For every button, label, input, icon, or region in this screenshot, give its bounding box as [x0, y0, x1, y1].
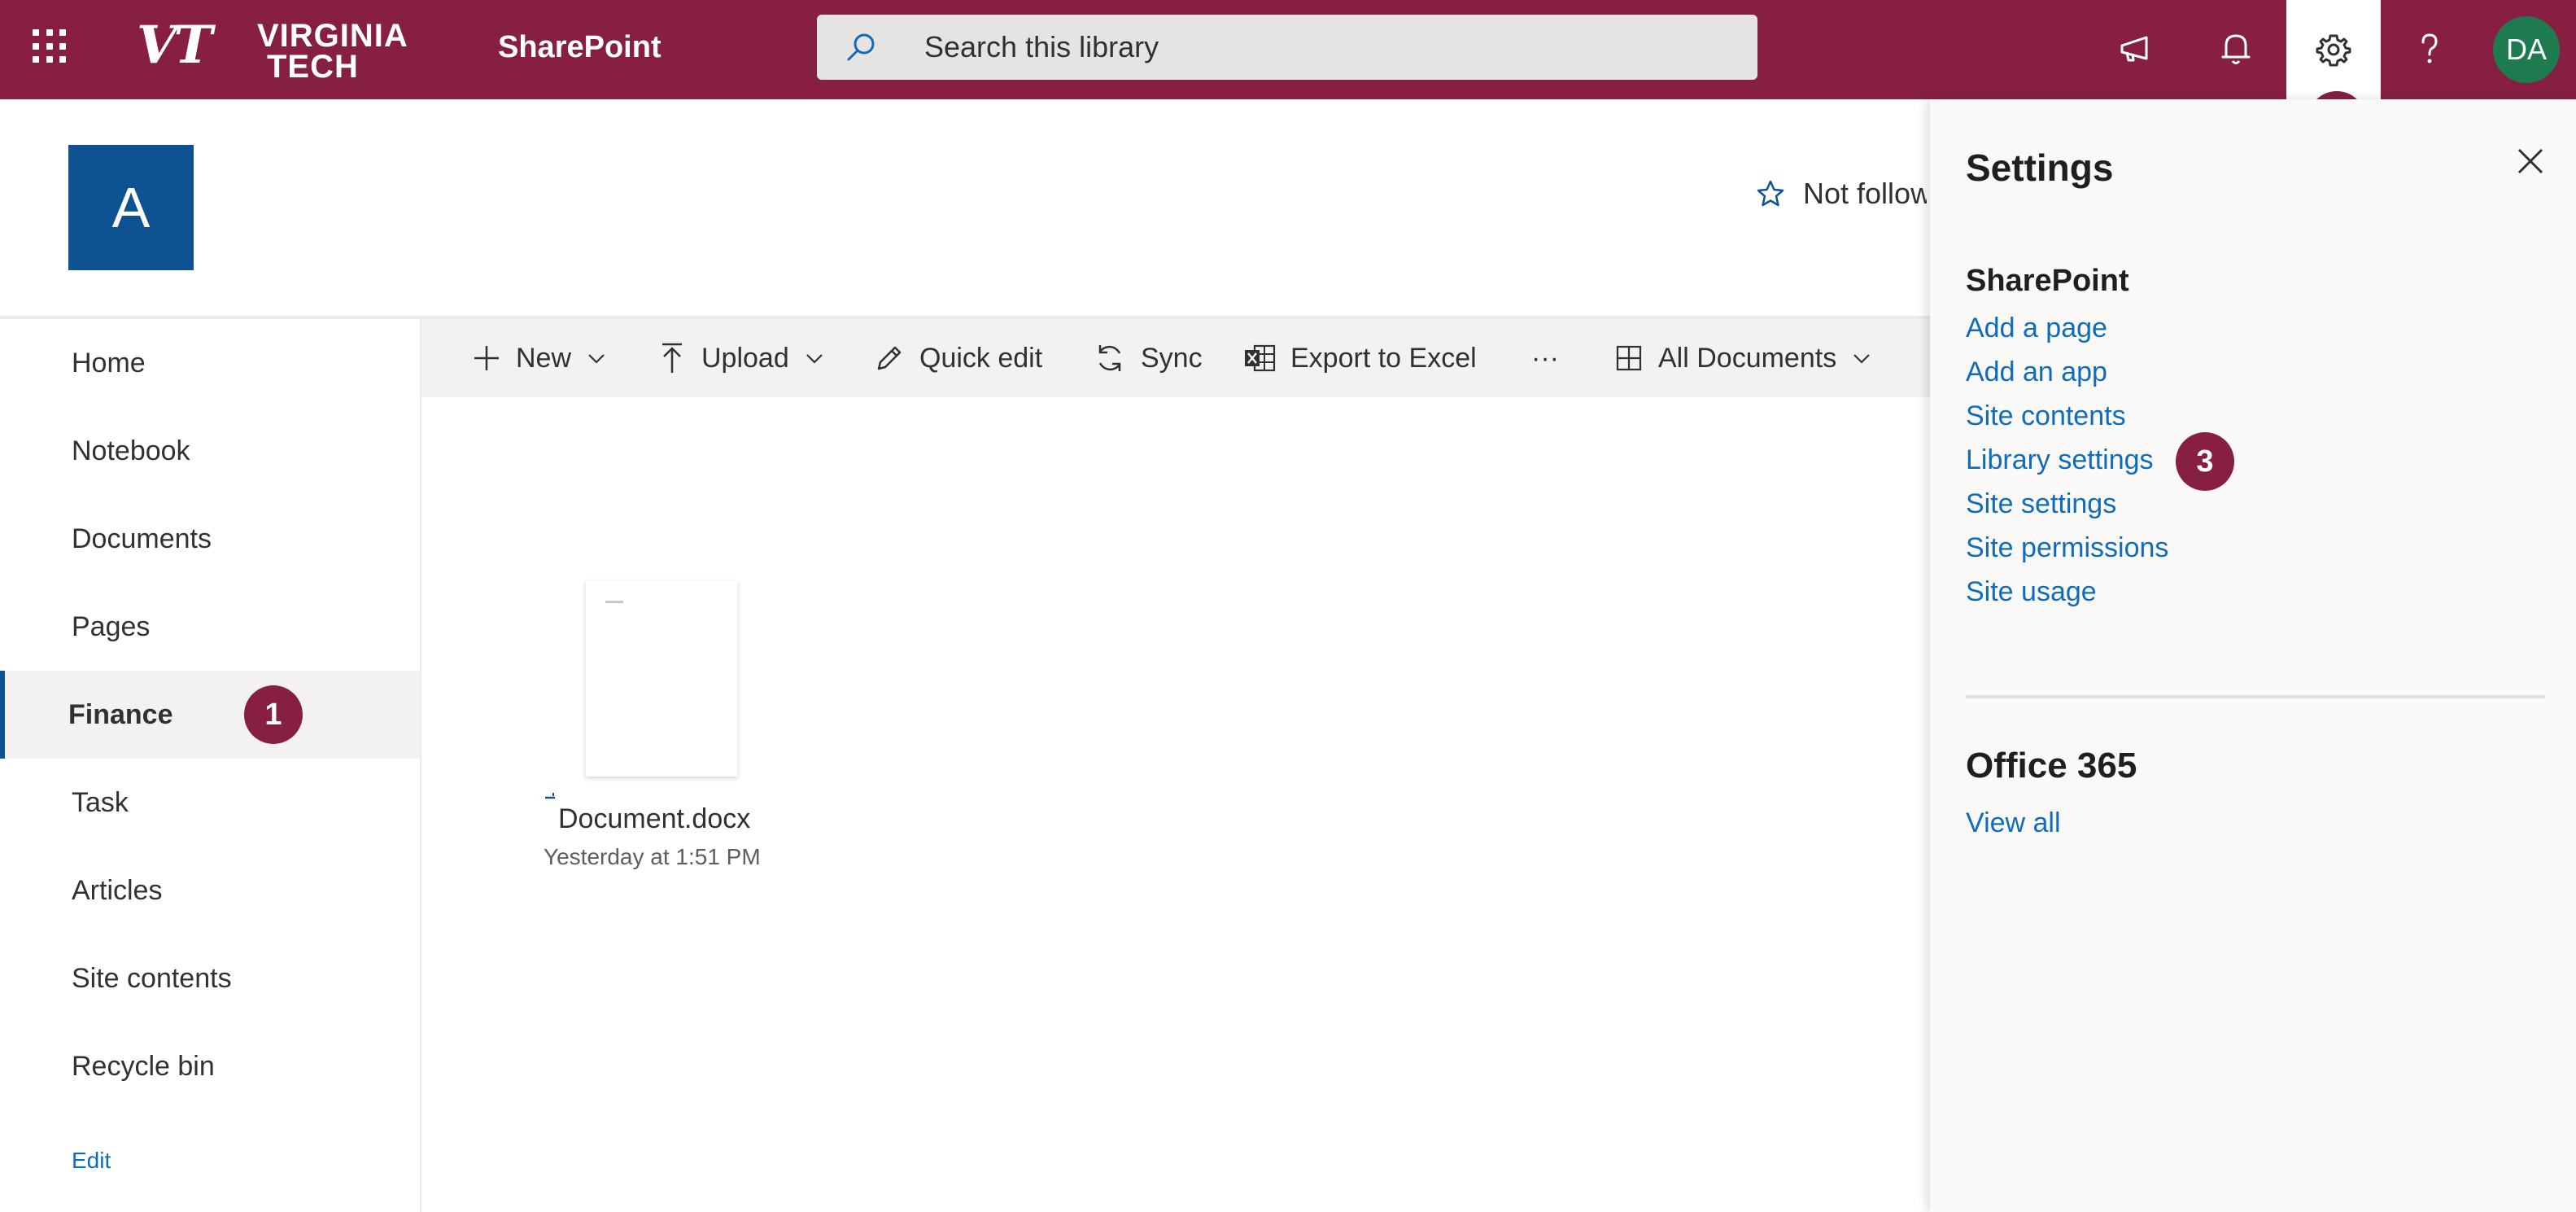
view-all-link[interactable]: View all — [1966, 804, 2061, 842]
new-button[interactable]: New — [472, 319, 607, 397]
sync-label: Sync — [1141, 342, 1203, 374]
bell-icon[interactable] — [2211, 24, 2260, 73]
grid-view-icon — [1616, 345, 1642, 371]
search-box[interactable] — [817, 15, 1757, 80]
follow-label: Not following — [1803, 177, 1927, 210]
site-logo[interactable]: A — [68, 145, 194, 270]
nav-item-label: Articles — [72, 875, 163, 906]
nav-item-task[interactable]: Task — [0, 759, 420, 847]
nav-item-home[interactable]: Home — [0, 319, 420, 407]
search-input[interactable] — [924, 15, 1722, 80]
library-settings-link[interactable]: Library settings — [1966, 441, 2154, 479]
close-icon[interactable] — [2513, 143, 2548, 179]
quick-edit-button[interactable]: Quick edit — [874, 319, 1042, 397]
settings-panel: Settings SharePoint Add a page Add an ap… — [1930, 99, 2576, 1212]
settings-button[interactable] — [2286, 0, 2381, 99]
export-label: Export to Excel — [1290, 342, 1477, 374]
app-name-link[interactable]: SharePoint — [498, 28, 661, 67]
quick-edit-label: Quick edit — [919, 342, 1043, 374]
export-to-excel-button[interactable]: Export to Excel — [1243, 319, 1477, 397]
nav-item-articles[interactable]: Articles — [0, 847, 420, 934]
app-launcher-icon[interactable] — [33, 29, 67, 63]
virginia-tech-logo[interactable]: VT VIRGINIA TECH — [137, 15, 413, 84]
vt-logo-mark: VT — [137, 15, 212, 76]
more-options-button[interactable]: ··· — [1531, 319, 1559, 397]
nav-item-site-contents[interactable]: Site contents — [0, 934, 420, 1022]
add-a-page-link[interactable]: Add a page — [1966, 309, 2107, 347]
add-an-app-link[interactable]: Add an app — [1966, 353, 2107, 391]
pencil-icon — [877, 346, 902, 370]
settings-title: Settings — [1966, 147, 2114, 189]
command-bar: New Upload Quick edit Sync Export to Exc… — [421, 319, 1930, 397]
file-modified-date: Yesterday at 1:51 PM — [544, 844, 761, 869]
upload-button[interactable]: Upload — [657, 319, 825, 397]
vt-logo-line1: VIRGINIA — [257, 18, 408, 54]
nav-item-label: Task — [72, 787, 129, 818]
nav-edit-link[interactable]: Edit — [72, 1143, 111, 1179]
chevron-down-icon — [1853, 354, 1870, 364]
nav-item-label: Recycle bin — [72, 1051, 215, 1082]
more-options-label: ··· — [1531, 342, 1559, 374]
nav-item-label: Home — [72, 348, 146, 378]
nav-item-documents[interactable]: Documents — [0, 495, 420, 583]
thumbnail-line — [605, 601, 623, 603]
search-icon — [847, 33, 875, 61]
step-marker-3: 3 — [2176, 432, 2234, 491]
office-365-heading: Office 365 — [1966, 746, 2137, 785]
site-usage-link[interactable]: Site usage — [1966, 573, 2097, 610]
sync-icon — [1098, 345, 1121, 371]
nav-item-finance[interactable]: Finance 1 — [0, 671, 420, 759]
sync-button[interactable]: Sync — [1094, 319, 1203, 397]
nav-item-notebook[interactable]: Notebook — [0, 407, 420, 495]
upload-label: Upload — [701, 342, 789, 374]
nav-item-pages[interactable]: Pages — [0, 583, 420, 671]
nav-item-label: Finance — [68, 699, 173, 730]
file-thumbnail[interactable] — [586, 581, 737, 777]
follow-button[interactable]: Not following — [1756, 174, 1927, 213]
left-navigation: Home Notebook Documents Pages Finance 1 … — [0, 319, 421, 1212]
view-label: All Documents — [1658, 342, 1837, 374]
nav-item-recycle-bin[interactable]: Recycle bin — [0, 1022, 420, 1110]
step-marker-1: 1 — [244, 685, 303, 744]
nav-item-label: Documents — [72, 523, 212, 554]
site-contents-link[interactable]: Site contents — [1966, 397, 2126, 435]
site-permissions-link[interactable]: Site permissions — [1966, 529, 2168, 567]
plus-icon — [474, 346, 499, 370]
gear-icon — [2316, 34, 2351, 67]
sharepoint-heading: SharePoint — [1966, 264, 2129, 298]
new-label: New — [516, 342, 572, 374]
help-icon[interactable] — [2405, 24, 2454, 73]
excel-icon — [1245, 344, 1276, 372]
megaphone-icon[interactable] — [2114, 24, 2163, 73]
site-settings-link[interactable]: Site settings — [1966, 485, 2116, 523]
nav-item-label: Site contents — [72, 963, 232, 994]
star-icon — [1757, 180, 1784, 207]
settings-divider — [1966, 695, 2545, 698]
chevron-down-icon — [588, 354, 605, 364]
suite-header: VT VIRGINIA TECH SharePoint DA — [0, 0, 2576, 99]
nav-item-label: Notebook — [72, 435, 190, 466]
file-name-link[interactable]: Document.docx — [558, 799, 750, 838]
upload-icon — [662, 343, 682, 373]
nav-item-label: Pages — [72, 611, 151, 642]
user-avatar[interactable]: DA — [2493, 16, 2560, 83]
vt-logo-line2: TECH — [267, 49, 359, 85]
view-selector-button[interactable]: All Documents — [1614, 319, 1872, 397]
chevron-down-icon — [806, 354, 823, 364]
